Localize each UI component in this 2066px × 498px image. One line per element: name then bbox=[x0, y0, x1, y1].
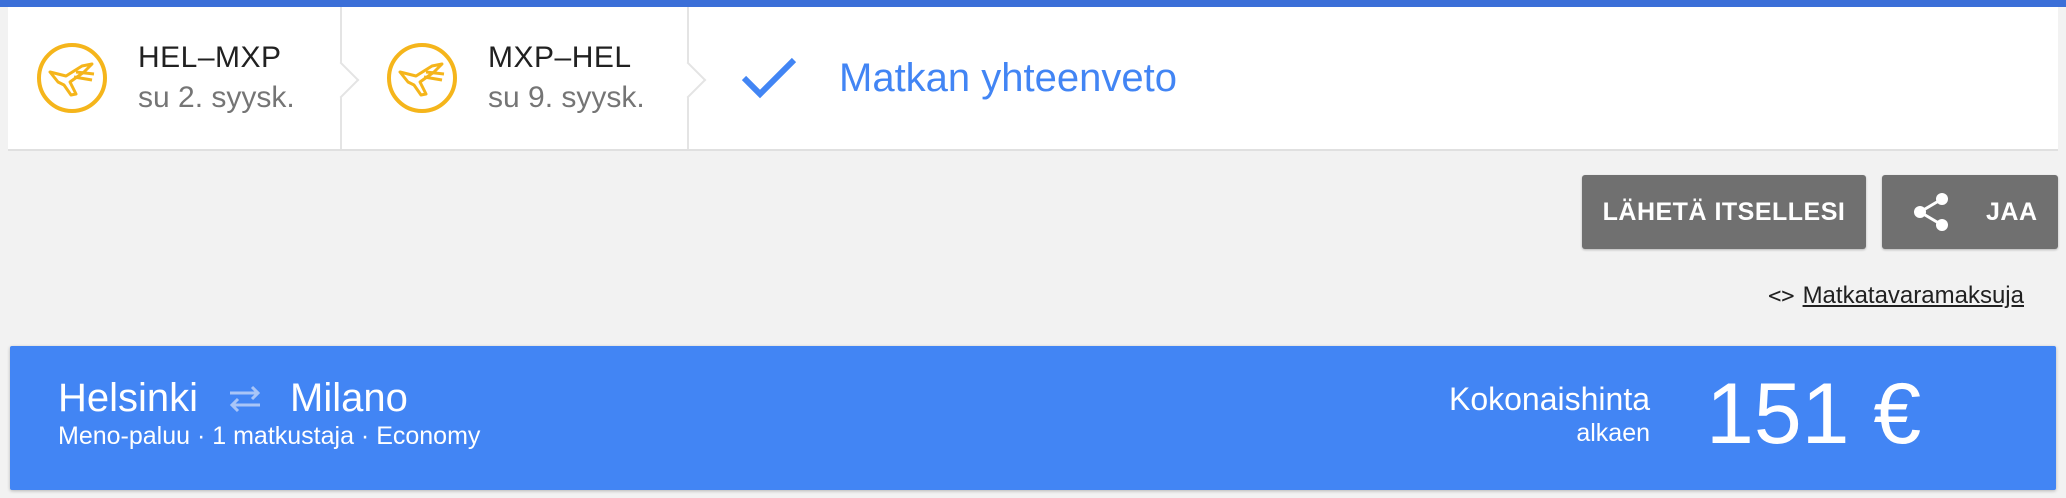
step-route: MXP–HEL bbox=[488, 41, 632, 74]
total-price-label: Kokonaishinta bbox=[1448, 381, 1650, 417]
step-trip-summary[interactable]: Matkan yhteenveto bbox=[689, 7, 2058, 149]
send-to-self-button[interactable]: LÄHETÄ ITSELLESI bbox=[1582, 175, 1866, 249]
price-label: Kokonaishinta alkaen bbox=[1449, 380, 1650, 448]
airline-logo-icon bbox=[386, 42, 458, 114]
price-from-label: alkaen bbox=[1576, 419, 1650, 447]
destination-city: Milano bbox=[290, 376, 408, 420]
step-return-flight[interactable]: MXP–HEL su 9. syysk. bbox=[342, 7, 707, 149]
swap-arrows-icon bbox=[226, 384, 264, 414]
checkmark-icon bbox=[739, 48, 799, 108]
trip-summary-bar: Helsinki Milano Meno-paluu · 1 matkustaj… bbox=[10, 346, 2056, 490]
step-summary-label: Matkan yhteenveto bbox=[839, 55, 1177, 100]
baggage-fees-link[interactable]: Matkatavaramaksuja bbox=[1803, 282, 2024, 310]
step-date: su 2. syysk. bbox=[138, 81, 295, 114]
share-label: JAA bbox=[1986, 197, 2038, 226]
total-price: 151 € bbox=[1706, 366, 1922, 462]
origin-city: Helsinki bbox=[58, 376, 199, 420]
top-accent-bar bbox=[0, 0, 2066, 7]
baggage-fees: <> Matkatavaramaksuja bbox=[1768, 282, 2024, 310]
trip-details: Meno-paluu · 1 matkustaja · Economy bbox=[58, 422, 481, 450]
code-icon: <> bbox=[1768, 283, 1795, 309]
send-to-self-label: LÄHETÄ ITSELLESI bbox=[1602, 197, 1846, 226]
booking-stepper: HEL–MXP su 2. syysk. MXP–HEL su 9. syysk… bbox=[8, 7, 2058, 151]
trip-cities: Helsinki Milano bbox=[58, 376, 408, 421]
step-outbound-flight[interactable]: HEL–MXP su 2. syysk. bbox=[8, 7, 360, 149]
share-icon bbox=[1910, 191, 1952, 233]
share-button[interactable]: JAA bbox=[1882, 175, 2058, 249]
step-route: HEL–MXP bbox=[138, 41, 282, 74]
step-date: su 9. syysk. bbox=[488, 81, 645, 114]
airline-logo-icon bbox=[36, 42, 108, 114]
